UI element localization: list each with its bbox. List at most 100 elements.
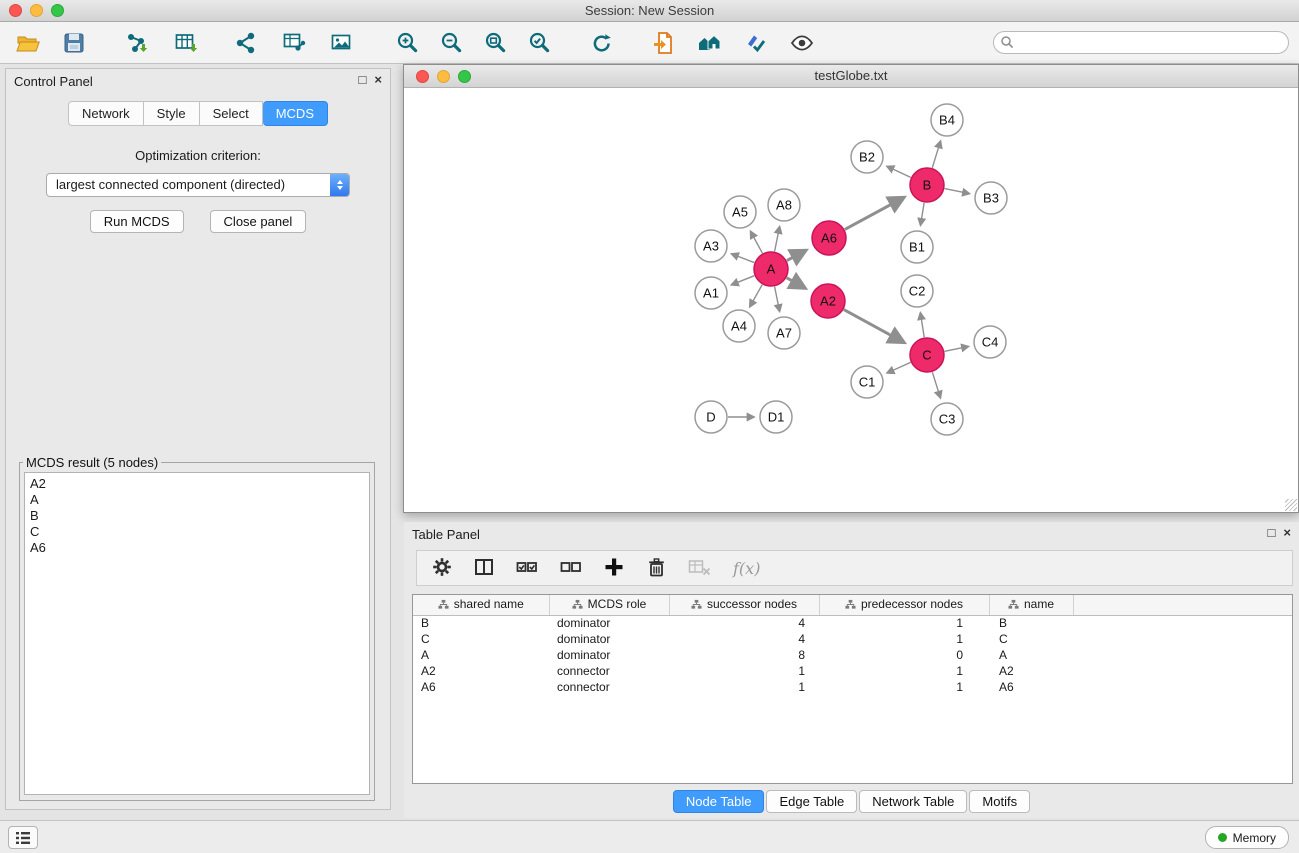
home-button[interactable] bbox=[692, 26, 728, 60]
function-builder-button[interactable]: f(x) bbox=[733, 559, 760, 578]
graph-edge-A6-B[interactable] bbox=[845, 198, 904, 230]
export-image-button[interactable] bbox=[324, 26, 360, 60]
node-table-container: shared name MCDS role successor nodes pr… bbox=[412, 594, 1293, 784]
graph-edge-A-A6[interactable] bbox=[787, 251, 806, 261]
refresh-button[interactable] bbox=[584, 26, 620, 60]
select-all-button[interactable] bbox=[515, 556, 539, 581]
attribute-icon bbox=[438, 599, 449, 610]
save-icon bbox=[62, 31, 86, 55]
nw-minimize-icon[interactable] bbox=[437, 70, 450, 83]
graph-edge-A-A3[interactable] bbox=[732, 254, 755, 263]
import-network-icon bbox=[123, 30, 149, 56]
save-session-button[interactable] bbox=[56, 26, 92, 60]
mcds-result-item[interactable]: B bbox=[30, 508, 364, 524]
table-row[interactable]: Cdominator41C bbox=[413, 631, 1292, 647]
network-view[interactable]: B4B2BB3A5A8A6A3B1AC2A1A2A4A7C4CC1DD1C3 bbox=[404, 88, 1298, 512]
deselect-all-icon bbox=[559, 556, 583, 578]
mcds-result-item[interactable]: A bbox=[30, 492, 364, 508]
tab-motifs[interactable]: Motifs bbox=[969, 790, 1030, 813]
column-header-mcds-role[interactable]: MCDS role bbox=[549, 595, 669, 615]
column-header-shared-name[interactable]: shared name bbox=[413, 595, 549, 615]
graph-edge-A-A4[interactable] bbox=[750, 285, 762, 307]
node-table: shared name MCDS role successor nodes pr… bbox=[413, 595, 1292, 695]
resize-grip[interactable] bbox=[1285, 499, 1297, 511]
column-header-successor-nodes[interactable]: successor nodes bbox=[669, 595, 819, 615]
show-panels-button[interactable] bbox=[8, 826, 38, 849]
zoom-out-button[interactable] bbox=[434, 26, 470, 60]
table-row[interactable]: A6connector11A6 bbox=[413, 679, 1292, 695]
open-file-button[interactable] bbox=[10, 26, 46, 60]
column-header-name[interactable]: name bbox=[989, 595, 1073, 615]
open-session-button[interactable] bbox=[646, 26, 682, 60]
mcds-result-item[interactable]: A2 bbox=[30, 476, 364, 492]
network-graph[interactable]: B4B2BB3A5A8A6A3B1AC2A1A2A4A7C4CC1DD1C3 bbox=[404, 88, 1298, 512]
add-column-button[interactable] bbox=[603, 556, 625, 581]
memory-button[interactable]: Memory bbox=[1205, 826, 1289, 849]
share-network-icon bbox=[233, 30, 259, 56]
tab-style[interactable]: Style bbox=[144, 101, 200, 126]
graph-edge-A-A5[interactable] bbox=[751, 231, 763, 253]
graph-edge-A-A8[interactable] bbox=[775, 227, 780, 252]
graph-edge-C-C3[interactable] bbox=[932, 372, 940, 398]
import-network-file-button[interactable] bbox=[118, 26, 154, 60]
import-table-file-button[interactable] bbox=[168, 26, 204, 60]
delete-table-button[interactable] bbox=[687, 556, 713, 581]
tab-edge-table[interactable]: Edge Table bbox=[766, 790, 857, 813]
graph-edge-B-B2[interactable] bbox=[887, 166, 911, 177]
delete-column-button[interactable] bbox=[645, 556, 667, 581]
close-window-icon[interactable] bbox=[9, 4, 22, 17]
zoom-in-button[interactable] bbox=[390, 26, 426, 60]
validate-style-button[interactable] bbox=[738, 26, 774, 60]
show-hide-button[interactable] bbox=[784, 26, 820, 60]
table-panel: Table Panel □ × bbox=[404, 522, 1299, 818]
network-window-lights[interactable] bbox=[416, 70, 471, 83]
mcds-result-title: MCDS result (5 nodes) bbox=[23, 455, 161, 470]
nw-close-icon[interactable] bbox=[416, 70, 429, 83]
run-mcds-button[interactable]: Run MCDS bbox=[90, 210, 184, 233]
table-row[interactable]: A2connector11A2 bbox=[413, 663, 1292, 679]
graph-edge-A-A1[interactable] bbox=[732, 276, 755, 285]
graph-edge-C-C2[interactable] bbox=[920, 313, 924, 337]
close-table-panel-icon[interactable]: × bbox=[1283, 525, 1291, 541]
search-input[interactable] bbox=[993, 31, 1289, 54]
graph-edge-B-B1[interactable] bbox=[921, 203, 925, 225]
graph-node-label: B4 bbox=[939, 113, 955, 128]
graph-edge-B-B3[interactable] bbox=[945, 189, 970, 194]
table-row[interactable]: Adominator80A bbox=[413, 647, 1292, 663]
float-panel-icon[interactable]: □ bbox=[359, 72, 367, 88]
column-header-predecessor-nodes[interactable]: predecessor nodes bbox=[819, 595, 989, 615]
criterion-dropdown[interactable]: largest connected component (directed) bbox=[46, 173, 350, 197]
tab-node-table[interactable]: Node Table bbox=[673, 790, 765, 813]
close-panel-button[interactable]: Close panel bbox=[210, 210, 307, 233]
show-columns-button[interactable] bbox=[473, 556, 495, 581]
graph-edge-C-C4[interactable] bbox=[945, 346, 969, 351]
delete-table-icon bbox=[687, 556, 713, 578]
mcds-result-item[interactable]: C bbox=[30, 524, 364, 540]
table-settings-button[interactable] bbox=[431, 556, 453, 581]
zoom-fit-button[interactable] bbox=[478, 26, 514, 60]
close-panel-icon[interactable]: × bbox=[374, 72, 382, 88]
tab-select[interactable]: Select bbox=[200, 101, 263, 126]
graph-edge-A2-C[interactable] bbox=[844, 310, 904, 343]
graph-edge-A-A7[interactable] bbox=[775, 287, 780, 312]
minimize-window-icon[interactable] bbox=[30, 4, 43, 17]
float-table-panel-icon[interactable]: □ bbox=[1268, 525, 1276, 541]
graph-edge-A-A2[interactable] bbox=[787, 278, 805, 288]
clone-network-button[interactable] bbox=[228, 26, 264, 60]
graph-edge-B-B4[interactable] bbox=[932, 141, 940, 168]
tab-mcds[interactable]: MCDS bbox=[263, 101, 328, 126]
tab-network[interactable]: Network bbox=[68, 101, 144, 126]
refresh-icon bbox=[589, 30, 615, 56]
tab-network-table[interactable]: Network Table bbox=[859, 790, 967, 813]
traffic-lights[interactable] bbox=[9, 4, 64, 17]
deselect-all-button[interactable] bbox=[559, 556, 583, 581]
nw-zoom-icon[interactable] bbox=[458, 70, 471, 83]
graph-edge-C-C1[interactable] bbox=[887, 362, 910, 373]
network-table-button[interactable] bbox=[276, 26, 312, 60]
graph-node-label: C3 bbox=[939, 412, 956, 427]
mcds-result-item[interactable]: A6 bbox=[30, 540, 364, 556]
zoom-window-icon[interactable] bbox=[51, 4, 64, 17]
zoom-selected-button[interactable] bbox=[522, 26, 558, 60]
table-row[interactable]: Bdominator41B bbox=[413, 615, 1292, 631]
mcds-result-list[interactable]: A2ABCA6 bbox=[24, 472, 370, 795]
